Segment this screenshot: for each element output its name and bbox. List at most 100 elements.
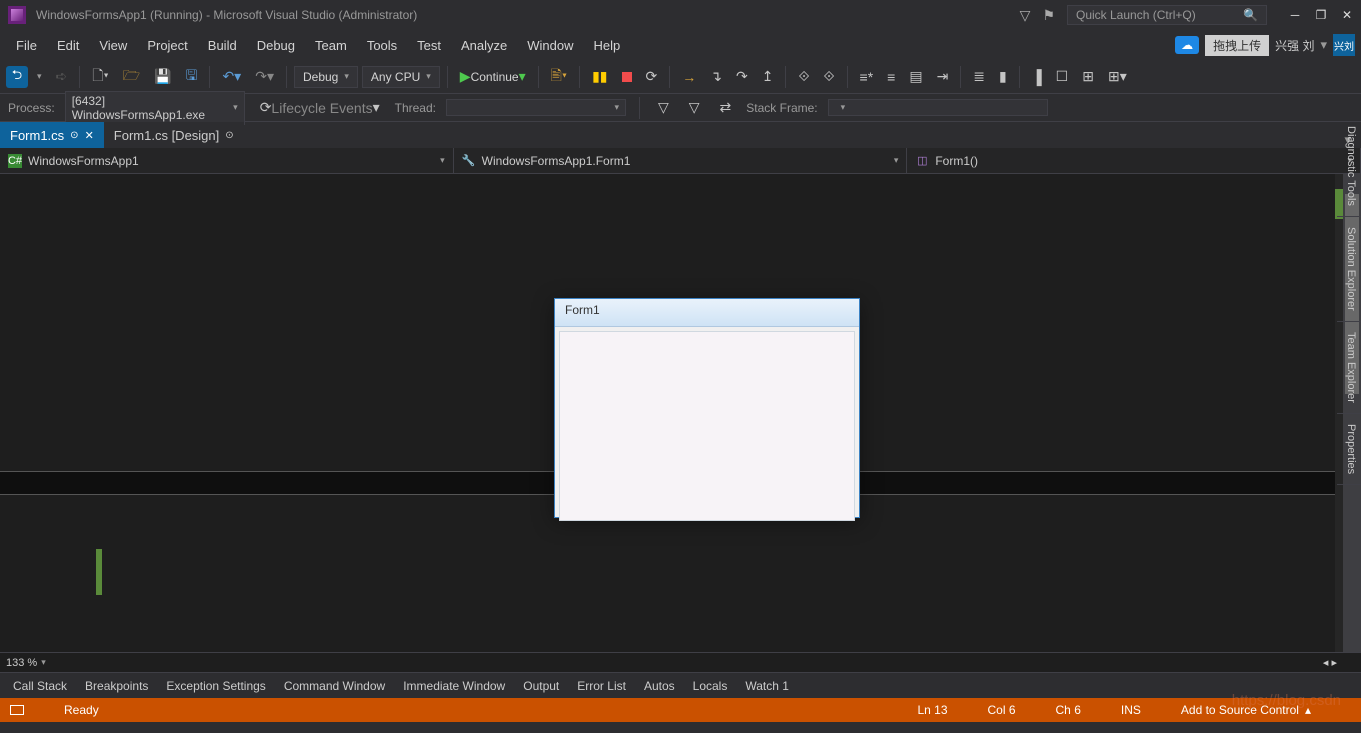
- toggle-icon[interactable]: ▮: [994, 64, 1012, 89]
- main-toolbar: ⮌ ▾ ➪ 🗋▾ 🗁 💾 🖫 ↶▾ ↷▾ Debug▾ Any CPU▾ ▶ C…: [0, 60, 1361, 94]
- menu-debug[interactable]: Debug: [247, 34, 305, 57]
- debug-toolbar: Process: [6432] WindowsFormsApp1.exe▾ ⟳ …: [0, 94, 1361, 122]
- nav-back-button[interactable]: ⮌: [6, 66, 28, 88]
- break-all-button[interactable]: ▮▮: [587, 64, 612, 89]
- bottom-tab[interactable]: Locals: [684, 675, 737, 697]
- show-next-statement-icon[interactable]: →: [677, 65, 701, 89]
- uncomment-icon[interactable]: ≡: [882, 65, 900, 89]
- upload-label[interactable]: 拖拽上传: [1205, 35, 1269, 56]
- bottom-tab[interactable]: Breakpoints: [76, 675, 157, 697]
- browser-select-icon[interactable]: 🖹▾: [546, 61, 572, 93]
- lifecycle-icon[interactable]: ⟳ Lifecycle Events ▾: [255, 95, 385, 120]
- menu-team[interactable]: Team: [305, 34, 357, 57]
- menu-window[interactable]: Window: [517, 34, 583, 57]
- outline-icon[interactable]: ☐: [1051, 64, 1074, 89]
- running-app-window[interactable]: Form1: [554, 298, 860, 518]
- doc-tab[interactable]: Form1.cs⊙✕: [0, 122, 104, 148]
- menu-file[interactable]: File: [6, 34, 47, 57]
- status-line: Ln 13: [917, 703, 947, 717]
- indent-icon[interactable]: ⇥: [932, 64, 954, 89]
- member-list-icon[interactable]: ⊞▾: [1103, 64, 1132, 89]
- nav-forward-button[interactable]: ➪: [51, 64, 73, 89]
- bottom-tab[interactable]: Call Stack: [4, 675, 76, 697]
- platform-dropdown[interactable]: Any CPU▾: [362, 66, 440, 88]
- menu-edit[interactable]: Edit: [47, 34, 89, 57]
- save-all-icon[interactable]: 🖫: [181, 61, 203, 93]
- comment-out-icon[interactable]: ≡*: [855, 65, 879, 89]
- apply-changes-icon[interactable]: ⟐: [818, 64, 839, 89]
- nav-back-dropdown[interactable]: ▾: [32, 67, 47, 86]
- close-icon[interactable]: ✕: [85, 129, 94, 142]
- bottom-tab[interactable]: Immediate Window: [394, 675, 514, 697]
- new-project-icon[interactable]: 🗋▾: [87, 61, 113, 93]
- zoom-level[interactable]: 133 %: [6, 657, 37, 669]
- status-bar: Ready Ln 13 Col 6 Ch 6 INS Add to Source…: [0, 698, 1361, 722]
- menu-tools[interactable]: Tools: [357, 34, 407, 57]
- user-name[interactable]: 兴强 刘: [1275, 37, 1314, 54]
- class-icon: 🔧: [462, 154, 476, 168]
- flag2-icon[interactable]: ▽: [684, 95, 705, 120]
- hot-reload-icon[interactable]: ⟐: [793, 64, 814, 89]
- undo-icon[interactable]: ↶▾: [217, 64, 246, 89]
- close-button[interactable]: ✕: [1341, 8, 1353, 22]
- bottom-tab[interactable]: Exception Settings: [157, 675, 274, 697]
- minimize-button[interactable]: ─: [1289, 8, 1301, 22]
- maximize-button[interactable]: ❐: [1315, 8, 1327, 22]
- step-over-icon[interactable]: ↷: [731, 64, 753, 89]
- pin-icon[interactable]: ⊙: [225, 130, 233, 141]
- format-icon[interactable]: ≣: [968, 64, 990, 89]
- user-avatar[interactable]: 兴刘: [1333, 34, 1355, 56]
- menu-build[interactable]: Build: [198, 34, 247, 57]
- side-tab[interactable]: Diagnostic Tools: [1337, 116, 1361, 217]
- swap-icon[interactable]: ⇄: [715, 95, 737, 120]
- bottom-tab[interactable]: Output: [514, 675, 568, 697]
- menu-view[interactable]: View: [89, 34, 137, 57]
- bottom-tab[interactable]: Error List: [568, 675, 635, 697]
- bottom-panel-tabs: Call StackBreakpointsException SettingsC…: [0, 672, 1361, 698]
- menu-analyze[interactable]: Analyze: [451, 34, 517, 57]
- step-into-icon[interactable]: ↴: [705, 64, 727, 89]
- status-ready: Ready: [64, 703, 99, 717]
- flag-icon[interactable]: ▐: [1027, 65, 1047, 89]
- form-titlebar[interactable]: Form1: [555, 299, 859, 327]
- bottom-tab[interactable]: Watch 1: [736, 675, 798, 697]
- nav-project[interactable]: C# WindowsFormsApp1▾: [0, 148, 454, 173]
- filter-icon[interactable]: ▽: [1020, 7, 1031, 24]
- pin-icon[interactable]: ⊙: [70, 130, 78, 141]
- flag1-icon[interactable]: ▽: [653, 95, 674, 120]
- vs-logo-icon: [8, 6, 26, 24]
- continue-button[interactable]: ▶ Continue ▾: [455, 64, 531, 89]
- bottom-tab[interactable]: Autos: [635, 675, 684, 697]
- open-file-icon[interactable]: 🗁: [118, 61, 145, 93]
- side-tab[interactable]: Properties: [1337, 414, 1361, 485]
- cloud-icon: ☁: [1181, 38, 1193, 52]
- thread-label: Thread:: [395, 101, 436, 115]
- nav-member[interactable]: ◫ Form1()▾: [907, 148, 1361, 173]
- stackframe-dropdown[interactable]: ▾: [828, 99, 1048, 116]
- cloud-upload-button[interactable]: ☁: [1175, 36, 1199, 54]
- process-dropdown[interactable]: [6432] WindowsFormsApp1.exe▾: [65, 91, 245, 125]
- bottom-tab[interactable]: Command Window: [275, 675, 394, 697]
- menu-project[interactable]: Project: [137, 34, 197, 57]
- step-out-icon[interactable]: ↥: [757, 64, 779, 89]
- menu-help[interactable]: Help: [584, 34, 631, 57]
- nav-class[interactable]: 🔧 WindowsFormsApp1.Form1▾: [454, 148, 908, 173]
- process-label: Process:: [8, 101, 55, 115]
- stop-button[interactable]: [617, 68, 637, 86]
- notification-icon[interactable]: ⚑: [1042, 7, 1055, 24]
- intellisense-icon[interactable]: ⊞: [1077, 64, 1099, 89]
- save-icon[interactable]: 💾: [149, 64, 176, 89]
- quick-launch-input[interactable]: Quick Launch (Ctrl+Q) 🔍: [1067, 5, 1267, 25]
- bookmark-icon[interactable]: ▤: [904, 64, 927, 89]
- doc-tab[interactable]: Form1.cs [Design]⊙: [104, 122, 244, 148]
- config-dropdown[interactable]: Debug▾: [294, 66, 358, 88]
- thread-dropdown[interactable]: ▾: [446, 99, 626, 116]
- code-nav-bar: C# WindowsFormsApp1▾ 🔧 WindowsFormsApp1.…: [0, 148, 1361, 174]
- title-bar: WindowsFormsApp1 (Running) - Microsoft V…: [0, 0, 1361, 30]
- redo-icon[interactable]: ↷▾: [250, 64, 279, 89]
- side-tab[interactable]: Team Explorer: [1337, 322, 1361, 414]
- menu-test[interactable]: Test: [407, 34, 451, 57]
- restart-button[interactable]: ⟳: [641, 64, 663, 89]
- side-tab[interactable]: Solution Explorer: [1337, 217, 1361, 322]
- zoom-bar: 133 % ▾ ◂ ▸: [0, 652, 1361, 672]
